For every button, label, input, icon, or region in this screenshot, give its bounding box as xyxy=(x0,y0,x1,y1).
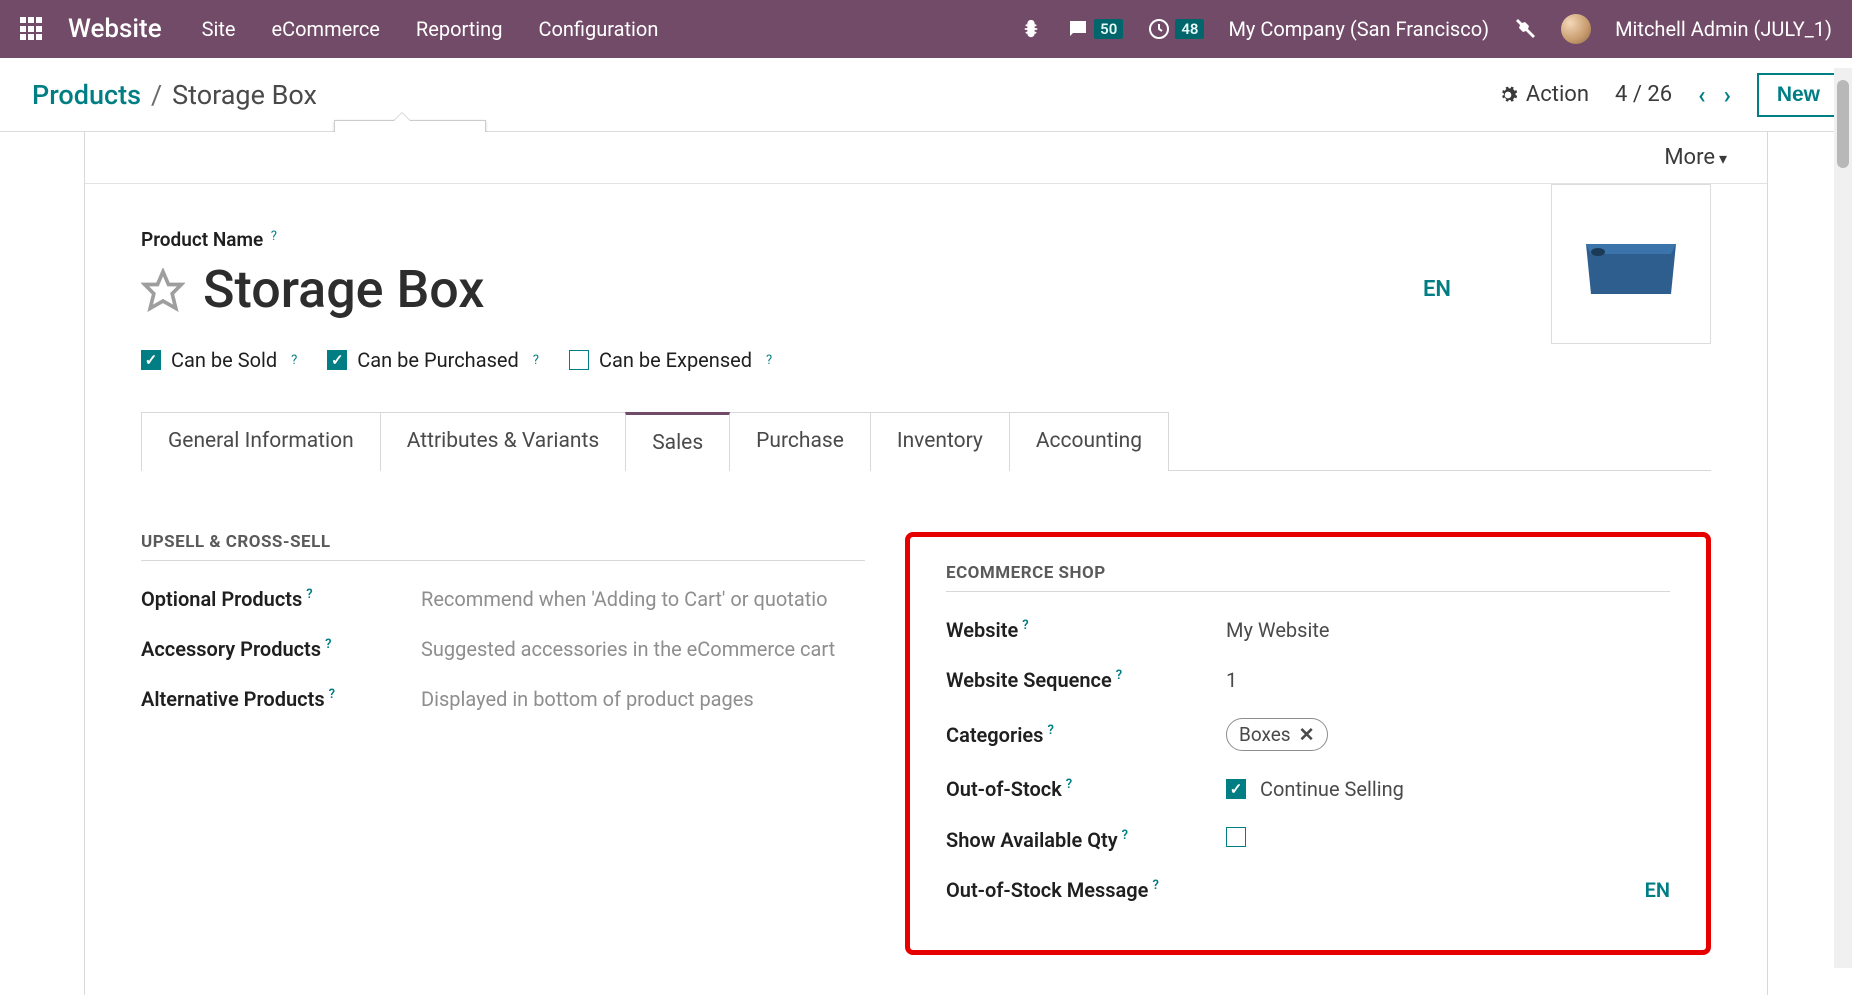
continue-selling-checkbox[interactable] xyxy=(1226,779,1246,799)
can-be-purchased-checkbox[interactable]: Can be Purchased? xyxy=(327,348,539,372)
app-brand[interactable]: Website xyxy=(68,14,162,44)
tab-sales[interactable]: Sales xyxy=(625,412,730,471)
product-image[interactable] xyxy=(1551,184,1711,344)
help-icon[interactable]: ? xyxy=(1152,878,1158,893)
bug-icon[interactable] xyxy=(1020,18,1042,40)
apps-icon[interactable] xyxy=(20,17,44,41)
remove-tag-icon[interactable]: ✕ xyxy=(1299,723,1315,746)
help-icon[interactable]: ? xyxy=(1022,618,1028,633)
tabs: General Information Attributes & Variant… xyxy=(141,412,1711,472)
pager[interactable]: 4 / 26 xyxy=(1615,82,1672,107)
menu-site[interactable]: Site xyxy=(202,17,236,41)
chat-button[interactable]: 50 xyxy=(1066,17,1123,41)
activity-button[interactable]: 48 xyxy=(1147,17,1204,41)
product-title[interactable]: Storage Box xyxy=(203,259,484,320)
menu-ecommerce[interactable]: eCommerce xyxy=(272,17,380,41)
section-title: UPSELL & CROSS-SELL xyxy=(141,532,865,561)
form-sheet: More Product Name ? Storage Box EN Can b… xyxy=(84,132,1768,995)
tools-icon[interactable] xyxy=(1513,17,1537,41)
continue-selling-label: Continue Selling xyxy=(1260,777,1404,801)
accessory-products-input[interactable]: Suggested accessories in the eCommerce c… xyxy=(421,637,835,661)
tab-general-information[interactable]: General Information xyxy=(141,412,381,471)
scrollbar-thumb[interactable] xyxy=(1837,80,1849,168)
help-icon[interactable]: ? xyxy=(766,353,772,368)
categories-label: Categories xyxy=(946,723,1043,747)
help-icon[interactable]: ? xyxy=(533,353,539,368)
top-navbar: Website Site eCommerce Reporting Configu… xyxy=(0,0,1852,58)
help-icon[interactable]: ? xyxy=(1122,828,1128,843)
navbar-right: 50 48 My Company (San Francisco) Mitchel… xyxy=(1020,14,1832,44)
help-icon[interactable]: ? xyxy=(325,637,331,652)
product-name-label: Product Name xyxy=(141,228,263,251)
language-button[interactable]: EN xyxy=(1423,277,1451,302)
ecommerce-section: ECOMMERCE SHOP Website? My Website Websi… xyxy=(905,532,1711,955)
upsell-section: UPSELL & CROSS-SELL Optional Products? R… xyxy=(141,532,905,955)
breadcrumb-separator: / xyxy=(151,79,162,111)
menu-reporting[interactable]: Reporting xyxy=(416,17,503,41)
new-button[interactable]: New xyxy=(1757,73,1840,117)
breadcrumb: Products / Storage Box xyxy=(32,79,317,111)
section-title: ECOMMERCE SHOP xyxy=(946,563,1670,592)
help-icon[interactable]: ? xyxy=(1116,668,1122,683)
check-row: Can be Sold? Can be Purchased? Can be Ex… xyxy=(141,348,1711,372)
show-available-qty-label: Show Available Qty xyxy=(946,828,1118,852)
favorite-star-icon[interactable] xyxy=(141,268,185,312)
website-value[interactable]: My Website xyxy=(1226,618,1330,642)
help-icon[interactable]: ? xyxy=(306,587,312,602)
help-icon[interactable]: ? xyxy=(291,353,297,368)
main-menu: Site eCommerce Reporting Configuration xyxy=(202,17,659,41)
language-button[interactable]: EN xyxy=(1645,878,1670,902)
help-icon[interactable]: ? xyxy=(329,687,335,702)
website-label: Website xyxy=(946,618,1018,642)
action-button[interactable]: Action xyxy=(1498,82,1589,107)
can-be-sold-checkbox[interactable]: Can be Sold? xyxy=(141,348,297,372)
activity-badge: 48 xyxy=(1175,19,1204,39)
help-icon[interactable]: ? xyxy=(1066,777,1072,792)
chat-badge: 50 xyxy=(1094,19,1123,39)
show-available-qty-checkbox[interactable] xyxy=(1226,827,1246,847)
control-bar: Products / Storage Box Action 4 / 26 ‹ ›… xyxy=(0,58,1852,132)
out-of-stock-label: Out-of-Stock xyxy=(946,777,1062,801)
breadcrumb-root[interactable]: Products xyxy=(32,79,141,111)
tab-purchase[interactable]: Purchase xyxy=(729,412,871,471)
alternative-products-input[interactable]: Displayed in bottom of product pages xyxy=(421,687,754,711)
accessory-products-label: Accessory Products xyxy=(141,637,321,661)
action-label: Action xyxy=(1526,82,1589,107)
help-icon[interactable]: ? xyxy=(271,229,277,244)
sheet-header: More xyxy=(85,132,1767,184)
menu-configuration[interactable]: Configuration xyxy=(538,17,658,41)
gear-icon xyxy=(1498,85,1518,105)
alternative-products-label: Alternative Products xyxy=(141,687,325,711)
pager-prev[interactable]: ‹ xyxy=(1698,81,1705,109)
tab-inventory[interactable]: Inventory xyxy=(870,412,1010,471)
clock-icon xyxy=(1147,17,1171,41)
category-tag[interactable]: Boxes ✕ xyxy=(1226,718,1328,751)
pager-next[interactable]: › xyxy=(1724,81,1731,109)
more-button[interactable]: More xyxy=(1664,145,1727,170)
breadcrumb-leaf: Storage Box xyxy=(172,79,317,111)
avatar[interactable] xyxy=(1561,14,1591,44)
can-be-expensed-checkbox[interactable]: Can be Expensed? xyxy=(569,348,772,372)
optional-products-input[interactable]: Recommend when 'Adding to Cart' or quota… xyxy=(421,587,828,611)
out-of-stock-message-label: Out-of-Stock Message xyxy=(946,878,1148,902)
company-selector[interactable]: My Company (San Francisco) xyxy=(1228,17,1489,41)
scrollbar[interactable] xyxy=(1834,68,1852,968)
website-sequence-value[interactable]: 1 xyxy=(1226,668,1237,692)
tab-attributes-variants[interactable]: Attributes & Variants xyxy=(380,412,626,471)
help-icon[interactable]: ? xyxy=(1047,723,1053,738)
chat-icon xyxy=(1066,17,1090,41)
tab-accounting[interactable]: Accounting xyxy=(1009,412,1169,471)
optional-products-label: Optional Products xyxy=(141,587,302,611)
user-menu[interactable]: Mitchell Admin (JULY_1) xyxy=(1615,17,1832,41)
storage-box-icon xyxy=(1576,224,1686,304)
website-sequence-label: Website Sequence xyxy=(946,668,1112,692)
